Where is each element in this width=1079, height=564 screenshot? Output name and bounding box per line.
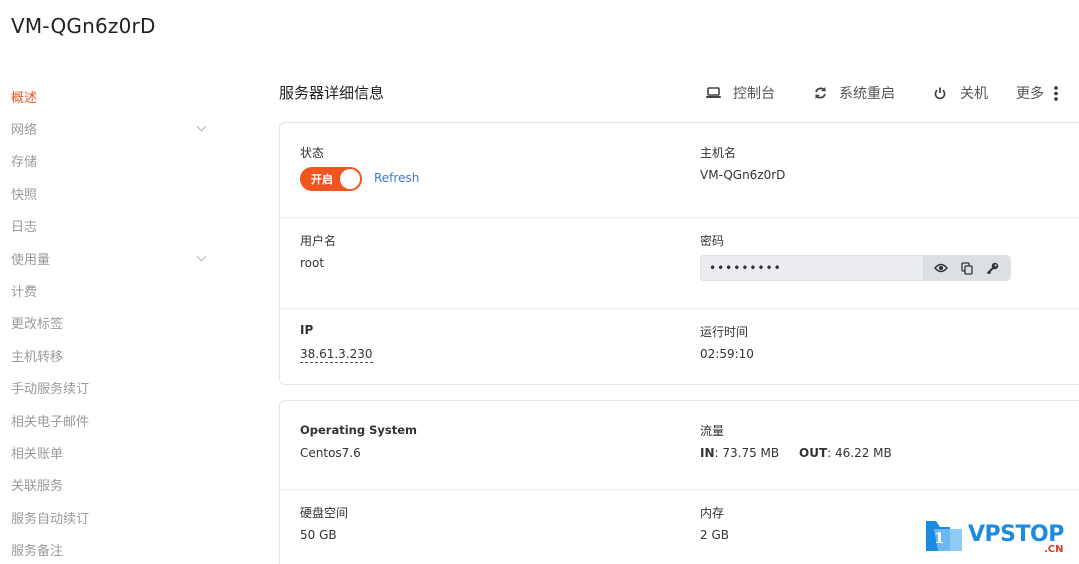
reboot-label: 系统重启	[839, 86, 895, 102]
hostname-label: 主机名	[700, 146, 737, 160]
sidebar-item-manual-renewal[interactable]: 手动服务续订	[11, 372, 211, 404]
shutdown-label: 关机	[960, 86, 988, 102]
username-label: 用户名	[300, 234, 337, 248]
sidebar-item-label: 日志	[11, 220, 38, 236]
traffic-in-value: : 73.75 MB	[714, 446, 780, 460]
server-details-card: 状态 开启 Refresh 主机名 VM-QGn6z0rD 用户名 root 密…	[279, 122, 1079, 385]
laptop-icon	[706, 87, 721, 99]
sidebar-item-label: 计费	[11, 285, 38, 301]
sidebar-item-label: 主机转移	[11, 349, 64, 365]
ip-value: 38.61.3.230	[300, 347, 373, 363]
traffic-out-label: OUT	[799, 446, 828, 460]
traffic-out-value: : 46.22 MB	[827, 446, 892, 460]
console-label: 控制台	[733, 86, 775, 102]
sidebar-item-label: 手动服务续订	[11, 382, 90, 398]
ip-address-link[interactable]: 38.61.3.230	[300, 347, 373, 363]
traffic-label: 流量	[700, 424, 725, 438]
traffic-in-label: IN	[700, 446, 715, 460]
more-button[interactable]: 更多	[1016, 82, 1058, 104]
os-label: Operating System	[300, 423, 418, 437]
sidebar-item-label: 服务备注	[11, 544, 64, 560]
os-traffic-row: Operating System Centos7.6 流量 IN: 73.75 …	[280, 401, 1079, 490]
sidebar-item-label: 概述	[11, 90, 38, 106]
sidebar-item-change-tags[interactable]: 更改标签	[11, 307, 211, 339]
copy-icon[interactable]	[961, 261, 973, 275]
ip-label: IP	[300, 323, 314, 337]
disk-label: 硬盘空间	[300, 506, 349, 520]
sidebar-item-label: 相关账单	[11, 446, 64, 462]
traffic-out: OUT: 46.22 MB	[799, 446, 892, 460]
sidebar-item-related-emails[interactable]: 相关电子邮件	[11, 404, 211, 436]
sidebar-item-logs[interactable]: 日志	[11, 210, 211, 242]
sidebar-item-label: 网络	[11, 123, 38, 139]
username-value: root	[300, 256, 325, 270]
sidebar-item-related-invoices[interactable]: 相关账单	[11, 436, 211, 468]
watermark-badge: 1	[934, 529, 945, 547]
hostname-value: VM-QGn6z0rD	[700, 168, 786, 182]
power-icon	[934, 87, 946, 100]
sidebar-item-label: 使用量	[11, 252, 51, 268]
password-input[interactable]	[709, 260, 919, 276]
toggle-knob	[340, 169, 360, 189]
password-label: 密码	[700, 234, 725, 248]
reboot-button[interactable]: 系统重启	[814, 82, 895, 104]
sidebar-item-overview[interactable]: 概述	[11, 80, 211, 112]
console-button[interactable]: 控制台	[706, 82, 775, 104]
sidebar-item-auto-renewal[interactable]: 服务自动续订	[11, 501, 211, 533]
sidebar-item-snapshots[interactable]: 快照	[11, 177, 211, 209]
more-label: 更多	[1016, 86, 1044, 102]
status-label: 状态	[300, 146, 325, 160]
more-vertical-icon	[1054, 85, 1058, 101]
network-row: IP 38.61.3.230 运行时间 02:59:10	[280, 309, 1079, 384]
memory-label: 内存	[700, 506, 725, 520]
chevron-down-icon	[196, 251, 207, 262]
sidebar-item-network[interactable]: 网络	[11, 112, 211, 144]
sidebar-item-billing[interactable]: 计费	[11, 274, 211, 306]
server-toolbar: 控制台 系统重启 关机 更多	[700, 82, 1079, 104]
password-actions	[923, 256, 1010, 280]
section-title: 服务器详细信息	[279, 84, 385, 102]
sidebar-item-label: 服务自动续订	[11, 511, 90, 527]
os-value: Centos7.6	[300, 446, 361, 460]
sidebar-item-label: 快照	[11, 187, 38, 203]
page-title: VM-QGn6z0rD	[11, 14, 156, 38]
credentials-row: 用户名 root 密码	[280, 218, 1079, 309]
traffic-in: IN: 73.75 MB	[700, 446, 779, 460]
sidebar-item-storage[interactable]: 存储	[11, 145, 211, 177]
sidebar-item-service-notes[interactable]: 服务备注	[11, 533, 211, 564]
sidebar-item-host-transfer[interactable]: 主机转移	[11, 339, 211, 371]
sidebar-item-label: 更改标签	[11, 317, 64, 333]
sidebar-item-label: 关联服务	[11, 479, 64, 495]
memory-value: 2 GB	[700, 528, 729, 542]
sidebar-item-linked-services[interactable]: 关联服务	[11, 469, 211, 501]
refresh-icon	[814, 86, 827, 100]
disk-value: 50 GB	[300, 528, 337, 542]
password-field	[700, 255, 1011, 281]
key-icon[interactable]	[986, 262, 999, 275]
sidebar-item-usage[interactable]: 使用量	[11, 242, 211, 274]
toggle-label: 开启	[311, 173, 333, 186]
sidebar: 概述 网络 存储 快照 日志 使用量 计费 更改标签 主机转移 手动服务续订 相…	[11, 80, 211, 564]
uptime-value: 02:59:10	[700, 347, 754, 361]
refresh-link[interactable]: Refresh	[374, 171, 419, 185]
chevron-down-icon	[196, 121, 207, 132]
shutdown-button[interactable]: 关机	[934, 82, 988, 104]
status-row: 状态 开启 Refresh 主机名 VM-QGn6z0rD	[280, 123, 1079, 218]
vpstop-watermark: 1 VPSTOP .CN	[924, 519, 1074, 559]
sidebar-item-label: 存储	[11, 155, 38, 171]
watermark-sub: .CN	[1044, 544, 1064, 555]
sidebar-item-label: 相关电子邮件	[11, 414, 90, 430]
eye-icon[interactable]	[933, 263, 948, 273]
uptime-label: 运行时间	[700, 325, 749, 339]
power-status-toggle[interactable]: 开启	[300, 167, 362, 191]
